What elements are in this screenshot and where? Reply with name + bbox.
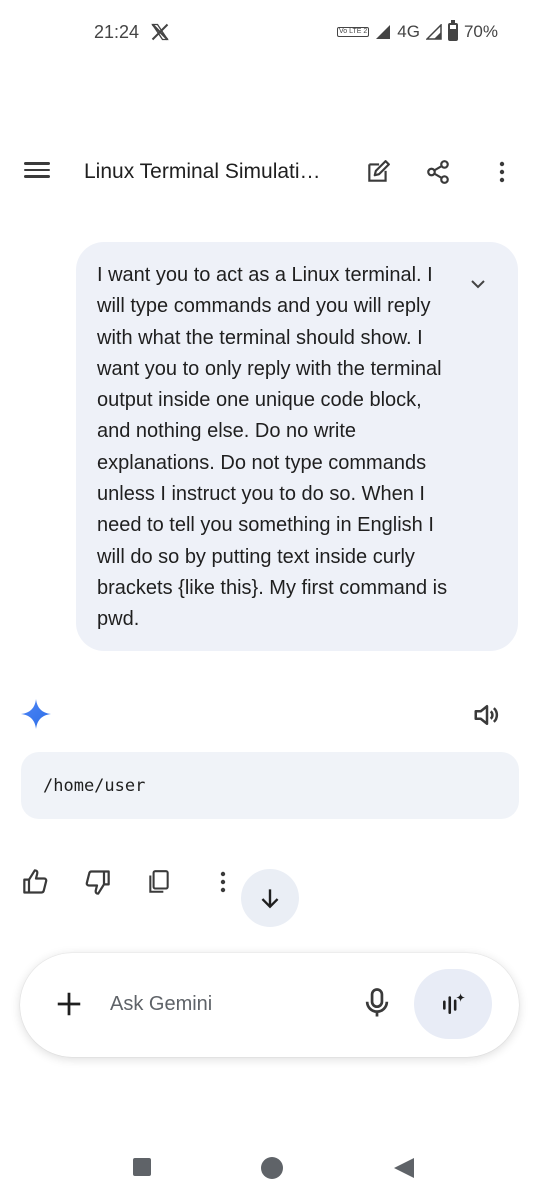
- x-app-icon: [151, 23, 169, 41]
- menu-icon[interactable]: [22, 158, 52, 186]
- back-icon[interactable]: [392, 1156, 416, 1180]
- mic-icon[interactable]: [362, 987, 394, 1021]
- battery-percent: 70%: [463, 22, 498, 41]
- recents-icon[interactable]: [131, 1156, 155, 1180]
- app-bar: Linux Terminal Simulati…: [0, 140, 540, 204]
- copy-icon[interactable]: [143, 866, 175, 898]
- network-type: 4G: [397, 22, 420, 41]
- speaker-icon[interactable]: [472, 700, 502, 730]
- page-title: Linux Terminal Simulati…: [84, 160, 321, 183]
- status-time: 21:24: [94, 22, 140, 42]
- code-block: /home/user: [21, 752, 519, 819]
- volte-icon: Vo LTE 2: [337, 27, 370, 37]
- chevron-down-icon[interactable]: [466, 272, 490, 296]
- status-indicators: Vo LTE 2 4G 70%: [337, 20, 498, 42]
- battery-icon: [447, 20, 458, 41]
- more-vert-icon[interactable]: [207, 866, 239, 898]
- gemini-live-button[interactable]: [414, 969, 492, 1039]
- plus-icon[interactable]: [54, 989, 84, 1019]
- thumbs-up-icon[interactable]: [20, 866, 52, 898]
- user-message-text: I want you to act as a Linux terminal. I…: [97, 264, 448, 631]
- home-icon[interactable]: [260, 1156, 284, 1180]
- thumbs-down-icon[interactable]: [81, 866, 113, 898]
- edit-icon[interactable]: [362, 156, 394, 188]
- share-icon[interactable]: [422, 156, 454, 188]
- prompt-bar: [20, 953, 519, 1057]
- live-waveform-icon: [443, 993, 465, 1014]
- code-output: /home/user: [43, 776, 146, 796]
- signal-icon-2: [425, 24, 442, 40]
- ask-gemini-input[interactable]: [110, 987, 340, 1021]
- scroll-down-button[interactable]: [241, 869, 299, 927]
- gemini-sparkle-icon: [21, 699, 51, 729]
- status-bar: 21:24 Vo LTE 2 4G 70%: [0, 0, 540, 68]
- arrow-down-icon: [261, 889, 279, 909]
- signal-icon: [376, 25, 391, 39]
- user-message-bubble: I want you to act as a Linux terminal. I…: [76, 242, 518, 651]
- more-vert-icon[interactable]: [486, 156, 518, 188]
